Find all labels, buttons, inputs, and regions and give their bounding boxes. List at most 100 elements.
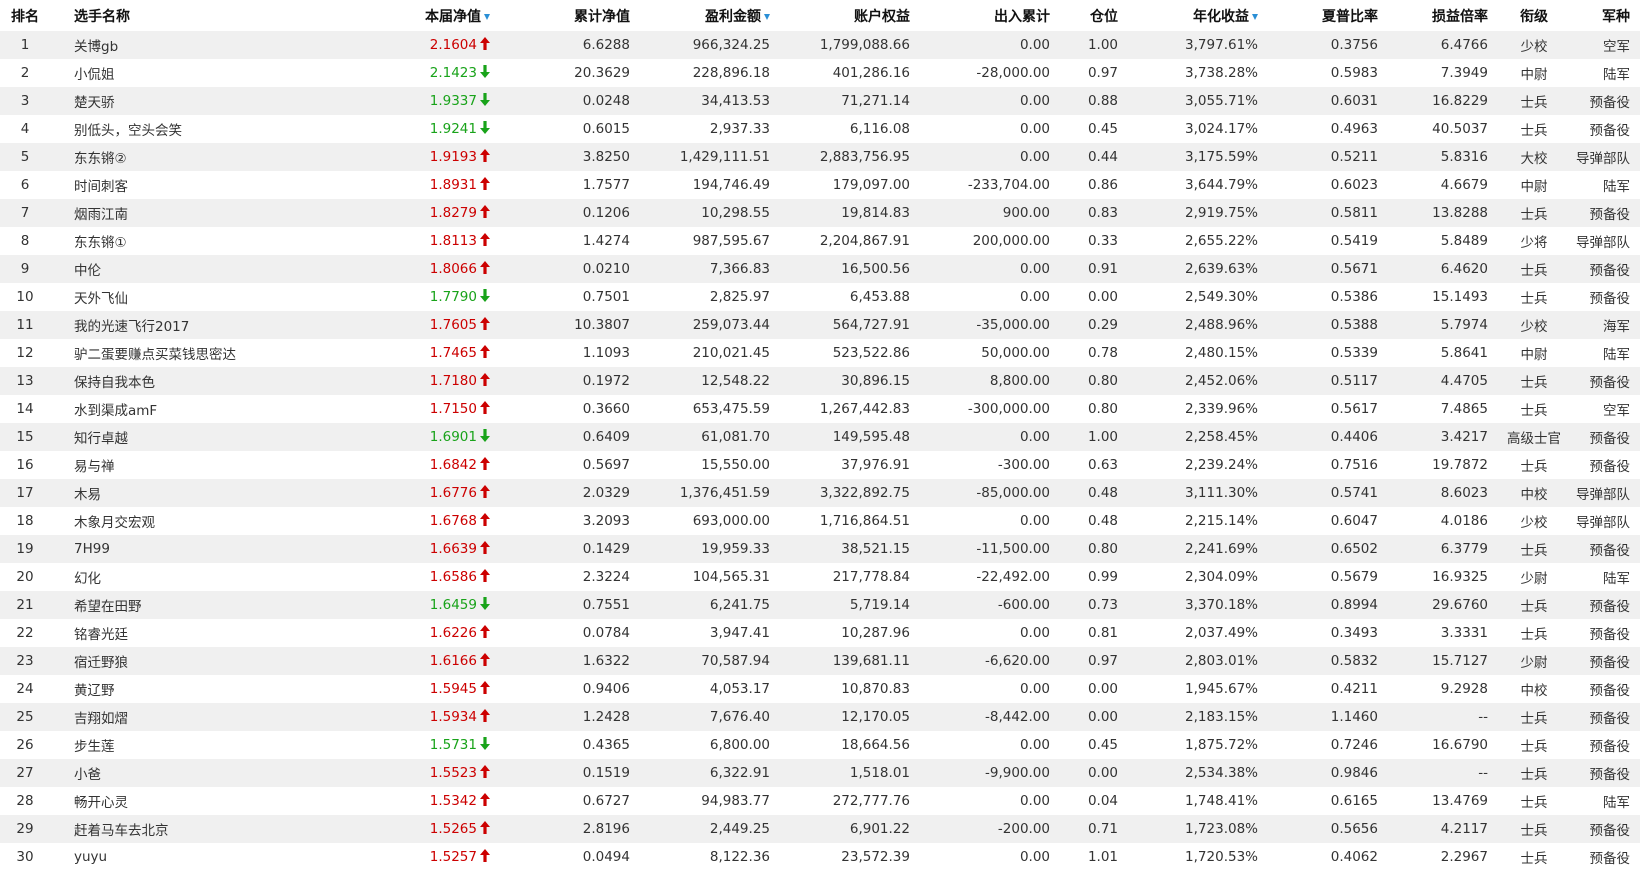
nav-value: 1.7150 (429, 400, 477, 417)
player-name-cell[interactable]: 木象月交宏观 (50, 507, 290, 535)
nav-cell: 1.6586 (290, 563, 500, 591)
table-row[interactable]: 12 驴二蛋要赚点买菜钱思密达 1.7465 1.1093 210,021.45 523,… (0, 339, 1640, 367)
position-cell: 0.81 (1087, 625, 1118, 641)
player-name-cell[interactable]: 黄辽野 (50, 675, 290, 703)
table-row[interactable]: 17 木易 1.6776 2.0329 1,376,451.59 3,322,892.75… (0, 479, 1640, 507)
table-row[interactable]: 29 赶着马车去北京 1.5265 2.8196 2,449.25 6,901.22 -20… (0, 815, 1640, 843)
player-name-cell[interactable]: 易与禅 (50, 451, 290, 479)
table-row[interactable]: 14 水到渠成amF 1.7150 0.3660 653,475.59 1,267,442… (0, 395, 1640, 423)
col-position[interactable]: 仓位 (1060, 0, 1128, 31)
table-row[interactable]: 2 小侃姐 2.1423 20.3629 228,896.18 401,286.16 -28… (0, 59, 1640, 87)
player-name-cell[interactable]: 东东锵② (50, 143, 290, 171)
player-name-cell[interactable]: yuyu (50, 843, 290, 871)
table-row[interactable]: 19 7H99 1.6639 0.1429 19,959.33 38,521.15 -11,… (0, 535, 1640, 563)
player-name-cell[interactable]: 驴二蛋要赚点买菜钱思密达 (50, 339, 290, 367)
col-annual[interactable]: 年化收益 (1128, 0, 1268, 31)
player-name-cell[interactable]: 步生莲 (50, 731, 290, 759)
flow-cell: -85,000.00 (976, 485, 1050, 501)
player-name-cell[interactable]: 东东锵① (50, 227, 290, 255)
player-name-cell[interactable]: 小爸 (50, 759, 290, 787)
col-sharpe[interactable]: 夏普比率 (1268, 0, 1388, 31)
pl-ratio-cell: 5.8641 (1440, 345, 1488, 361)
table-row[interactable]: 24 黄辽野 1.5945 0.9406 4,053.17 10,870.83 0.00 0.… (0, 675, 1640, 703)
col-name[interactable]: 选手名称 (50, 0, 290, 31)
table-row[interactable]: 13 保持自我本色 1.7180 0.1972 12,548.22 30,896.15 8,… (0, 367, 1640, 395)
player-name-cell[interactable]: 烟雨江南 (50, 199, 290, 227)
player-name-cell[interactable]: 中伦 (50, 255, 290, 283)
table-row[interactable]: 23 宿迁野狼 1.6166 1.6322 70,587.94 139,681.11 -6,… (0, 647, 1640, 675)
player-name-cell[interactable]: 赶着马车去北京 (50, 815, 290, 843)
table-row[interactable]: 16 易与禅 1.6842 0.5697 15,550.00 37,976.91 -300.… (0, 451, 1640, 479)
player-name-cell[interactable]: 铭睿光廷 (50, 619, 290, 647)
player-name-cell[interactable]: 吉翔如熠 (50, 703, 290, 731)
table-row[interactable]: 18 木象月交宏观 1.6768 3.2093 693,000.00 1,716,864.… (0, 507, 1640, 535)
player-name-cell[interactable]: 别低头，空头会笑 (50, 115, 290, 143)
table-row[interactable]: 9 中伦 1.8066 0.0210 7,366.83 16,500.56 0.00 0.91… (0, 255, 1640, 283)
rank-cell: 8 (20, 233, 30, 249)
col-profit[interactable]: 盈利金额 (640, 0, 780, 31)
col-pl-ratio[interactable]: 损益倍率 (1388, 0, 1498, 31)
col-flow[interactable]: 出入累计 (920, 0, 1060, 31)
table-row[interactable]: 1 关博gb 2.1604 6.6288 966,324.25 1,799,088.66 0… (0, 31, 1640, 59)
player-name-cell[interactable]: 木易 (50, 479, 290, 507)
player-name-cell[interactable]: 我的光速飞行2017 (50, 311, 290, 339)
col-grade[interactable]: 衔级 (1498, 0, 1570, 31)
equity-cell: 1,518.01 (849, 765, 910, 781)
col-nav[interactable]: 本届净值 (290, 0, 500, 31)
col-equity[interactable]: 账户权益 (780, 0, 920, 31)
table-row[interactable]: 21 希望在田野 1.6459 0.7551 6,241.75 5,719.14 -600.… (0, 591, 1640, 619)
player-name-cell[interactable]: 保持自我本色 (50, 367, 290, 395)
branch-cell: 空军 (1603, 403, 1630, 419)
nav-value: 1.8066 (429, 260, 477, 277)
nav-cell: 1.5523 (290, 759, 500, 787)
player-name-cell[interactable]: 天外飞仙 (50, 283, 290, 311)
table-row[interactable]: 7 烟雨江南 1.8279 0.1206 10,298.55 19,814.83 900.0… (0, 199, 1640, 227)
player-name-cell[interactable]: 希望在田野 (50, 591, 290, 619)
flow-cell: -600.00 (997, 597, 1050, 613)
col-branch[interactable]: 军种 (1570, 0, 1640, 31)
table-row[interactable]: 20 幻化 1.6586 2.3224 104,565.31 217,778.84 -22,… (0, 563, 1640, 591)
grade-cell: 士兵 (1520, 711, 1548, 727)
table-row[interactable]: 6 时间刺客 1.8931 1.7577 194,746.49 179,097.00 -23… (0, 171, 1640, 199)
player-name-cell[interactable]: 宿迁野狼 (50, 647, 290, 675)
player-name-cell[interactable]: 时间刺客 (50, 171, 290, 199)
sharpe-cell: 0.5117 (1330, 373, 1378, 389)
player-name-cell[interactable]: 畅开心灵 (50, 787, 290, 815)
player-name-cell[interactable]: 楚天骄 (50, 87, 290, 115)
table-row[interactable]: 28 畅开心灵 1.5342 0.6727 94,983.77 272,777.76 0.0… (0, 787, 1640, 815)
col-cum-nav[interactable]: 累计净值 (500, 0, 640, 31)
table-row[interactable]: 27 小爸 1.5523 0.1519 6,322.91 1,518.01 -9,900.0… (0, 759, 1640, 787)
branch-cell: 预备役 (1589, 851, 1631, 867)
grade-cell: 高级士官 (1507, 431, 1561, 447)
branch-cell: 陆军 (1603, 179, 1630, 195)
flow-cell: 50,000.00 (981, 345, 1050, 361)
player-name-cell[interactable]: 水到渠成amF (50, 395, 290, 423)
player-name-cell[interactable]: 小侃姐 (50, 59, 290, 87)
player-name-cell[interactable]: 知行卓越 (50, 423, 290, 451)
annual-cell: 3,797.61% (1185, 37, 1258, 53)
table-row[interactable]: 10 天外飞仙 1.7790 0.7501 2,825.97 6,453.88 0.00 0.… (0, 283, 1640, 311)
table-row[interactable]: 8 东东锵① 1.8113 1.4274 987,595.67 2,204,867.91 2… (0, 227, 1640, 255)
col-rank[interactable]: 排名 (0, 0, 50, 31)
player-name-cell[interactable]: 7H99 (50, 535, 290, 563)
table-row[interactable]: 3 楚天骄 1.9337 0.0248 34,413.53 71,271.14 0.00 0.… (0, 87, 1640, 115)
table-row[interactable]: 15 知行卓越 1.6901 0.6409 61,081.70 149,595.48 0.0… (0, 423, 1640, 451)
table-row[interactable]: 26 步生莲 1.5731 0.4365 6,800.00 18,664.56 0.00 0.… (0, 731, 1640, 759)
sort-desc-icon (1252, 13, 1258, 20)
branch-cell: 陆军 (1603, 571, 1630, 587)
player-name-cell[interactable]: 关博gb (50, 31, 290, 59)
table-row[interactable]: 22 铭睿光廷 1.6226 0.0784 3,947.41 10,287.96 0.00 0… (0, 619, 1640, 647)
branch-cell: 预备役 (1589, 459, 1631, 475)
equity-cell: 10,870.83 (841, 681, 910, 697)
sharpe-cell: 0.3756 (1330, 37, 1378, 53)
nav-value: 1.5342 (429, 792, 477, 809)
rank-cell: 16 (16, 457, 34, 473)
table-row[interactable]: 11 我的光速飞行2017 1.7605 10.3807 259,073.44 564,7… (0, 311, 1640, 339)
player-name-cell[interactable]: 幻化 (50, 563, 290, 591)
table-row[interactable]: 4 别低头，空头会笑 1.9241 0.6015 2,937.33 6,116.08 0.0… (0, 115, 1640, 143)
flow-cell: -28,000.00 (976, 65, 1050, 81)
table-row[interactable]: 5 东东锵② 1.9193 3.8250 1,429,111.51 2,883,756.9… (0, 143, 1640, 171)
table-row[interactable]: 25 吉翔如熠 1.5934 1.2428 7,676.40 12,170.05 -8,44… (0, 703, 1640, 731)
table-row[interactable]: 30 yuyu 1.5257 0.0494 8,122.36 23,572.39 0.00 1… (0, 843, 1640, 871)
branch-cell: 空军 (1603, 39, 1630, 55)
